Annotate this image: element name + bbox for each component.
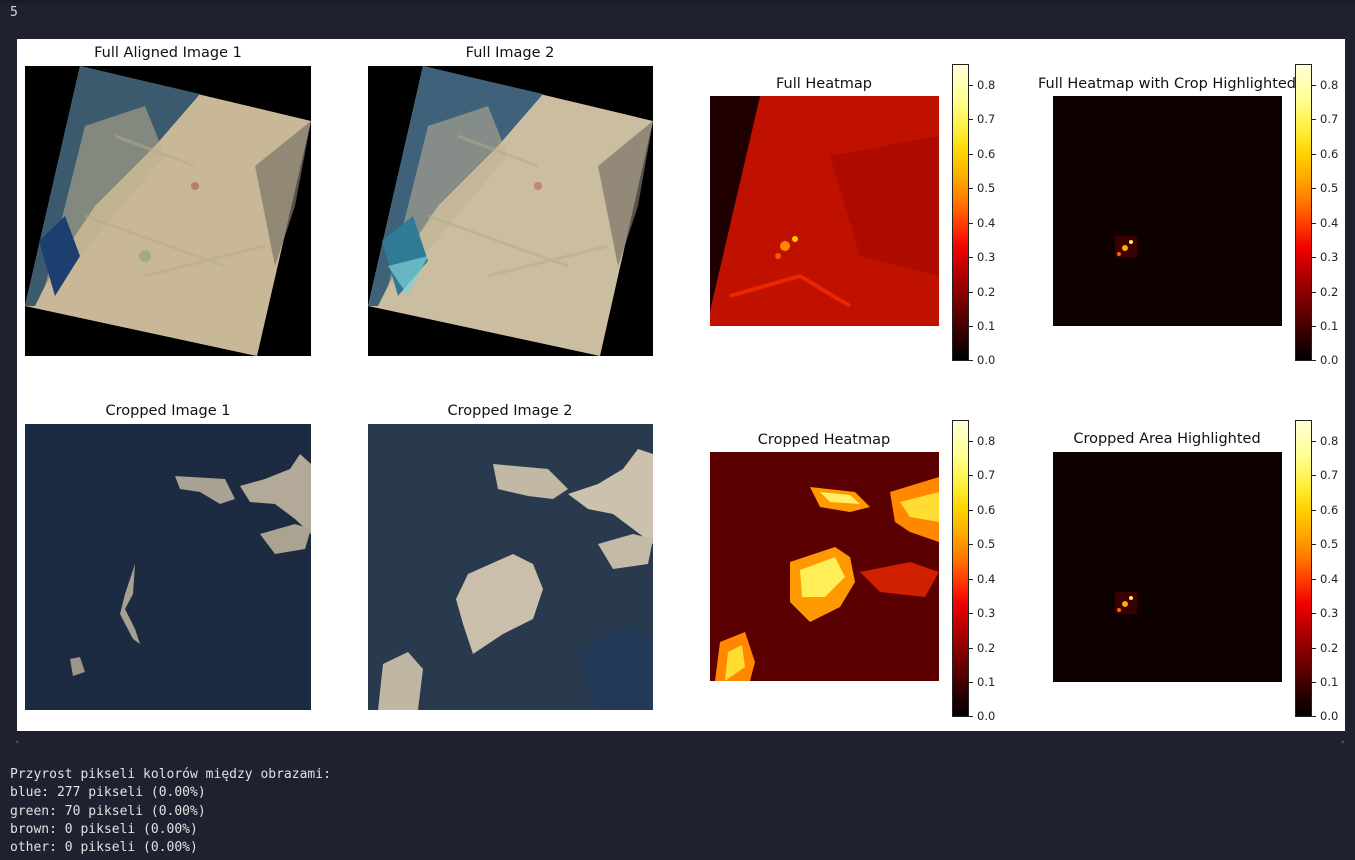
tick-label: 0.6 [1312, 503, 1338, 517]
tick-label: 0.1 [969, 675, 995, 689]
panel-title-cropped-heatmap: Cropped Heatmap [757, 432, 891, 448]
colorbar-cropped-area [1295, 420, 1312, 717]
panel-title-full-heatmap-crop: Full Heatmap with Crop Highlighted [1037, 76, 1297, 92]
colorbar-ticks-full-heatmap: 0.8 0.7 0.6 0.5 0.4 0.3 0.2 0.1 0.0 [969, 64, 1009, 367]
tick-label: 0.6 [969, 503, 995, 517]
tick-label: 0.5 [969, 181, 995, 195]
tick-label: 0.5 [1312, 181, 1338, 195]
tick-label: 0.2 [969, 641, 995, 655]
tick-label: 0.4 [1312, 216, 1338, 230]
scroll-left-icon[interactable]: ◂ [14, 737, 19, 746]
tick-label: 0.1 [969, 319, 995, 333]
output-line-other: other: 0 pikseli (0.00%) [10, 840, 198, 856]
tick-label: 0.8 [1312, 434, 1338, 448]
tick-label: 0.2 [969, 285, 995, 299]
tick-label: 0.5 [1312, 537, 1338, 551]
tick-label: 0.3 [1312, 606, 1338, 620]
colorbar-full-heatmap [952, 64, 969, 361]
full-aligned-image-1 [25, 66, 311, 356]
tick-label: 0.3 [1312, 250, 1338, 264]
colorbar-full-heatmap-crop [1295, 64, 1312, 361]
tick-label: 0.2 [1312, 641, 1338, 655]
tick-label: 0.7 [1312, 468, 1338, 482]
tick-label: 0.8 [969, 434, 995, 448]
full-heatmap-crop [1053, 96, 1282, 326]
colorbar-ticks-full-heatmap-crop: 0.8 0.7 0.6 0.5 0.4 0.3 0.2 0.1 0.0 [1312, 64, 1352, 367]
tick-label: 0.0 [969, 353, 995, 367]
output-line-blue: blue: 277 pikseli (0.00%) [10, 785, 206, 801]
colorbar-ticks-cropped-area: 0.8 0.7 0.6 0.5 0.4 0.3 0.2 0.1 0.0 [1312, 420, 1352, 723]
output-header: Przyrost pikseli kolorów między obrazami… [10, 767, 331, 782]
tick-label: 0.0 [1312, 709, 1338, 723]
colorbar-cropped-heatmap [952, 420, 969, 717]
panel-title-cropped-image-1: Cropped Image 1 [105, 403, 231, 419]
cell-output: Przyrost pikseli kolorów między obrazami… [10, 766, 331, 857]
cropped-image-1 [25, 424, 311, 710]
matplotlib-figure: Full Aligned Image 1 Full Image 2 Full H… [17, 39, 1345, 731]
output-line-green: green: 70 pikseli (0.00%) [10, 803, 206, 819]
tick-label: 0.6 [969, 147, 995, 161]
tick-label: 0.2 [1312, 285, 1338, 299]
tick-label: 0.1 [1312, 675, 1338, 689]
tick-label: 0.4 [969, 572, 995, 586]
cell-top-border [0, 0, 1355, 3]
scroll-right-icon[interactable]: ▸ [1341, 737, 1346, 746]
cropped-image-2 [368, 424, 653, 710]
tick-label: 0.3 [969, 606, 995, 620]
tick-label: 0.3 [969, 250, 995, 264]
tick-label: 0.6 [1312, 147, 1338, 161]
panel-title-cropped-area-highlighted: Cropped Area Highlighted [1073, 431, 1261, 447]
full-heatmap [710, 96, 939, 326]
tick-label: 0.0 [969, 709, 995, 723]
tick-label: 0.8 [969, 78, 995, 92]
tick-label: 0.5 [969, 537, 995, 551]
panel-title-cropped-image-2: Cropped Image 2 [447, 403, 573, 419]
panel-title-full-aligned-image-1: Full Aligned Image 1 [94, 45, 242, 61]
tick-label: 0.7 [1312, 112, 1338, 126]
tick-label: 0.1 [1312, 319, 1338, 333]
cropped-area-highlighted [1053, 452, 1282, 682]
colorbar-ticks-cropped-heatmap: 0.8 0.7 0.6 0.5 0.4 0.3 0.2 0.1 0.0 [969, 420, 1009, 723]
tick-label: 0.7 [969, 468, 995, 482]
execution-count: 5 [10, 5, 18, 20]
cropped-heatmap [710, 452, 939, 681]
full-image-2 [368, 66, 653, 356]
tick-label: 0.7 [969, 112, 995, 126]
tick-label: 0.4 [1312, 572, 1338, 586]
panel-title-full-image-2: Full Image 2 [465, 45, 555, 61]
tick-label: 0.4 [969, 216, 995, 230]
panel-title-full-heatmap: Full Heatmap [775, 76, 873, 92]
tick-label: 0.8 [1312, 78, 1338, 92]
output-line-brown: brown: 0 pikseli (0.00%) [10, 821, 198, 837]
tick-label: 0.0 [1312, 353, 1338, 367]
